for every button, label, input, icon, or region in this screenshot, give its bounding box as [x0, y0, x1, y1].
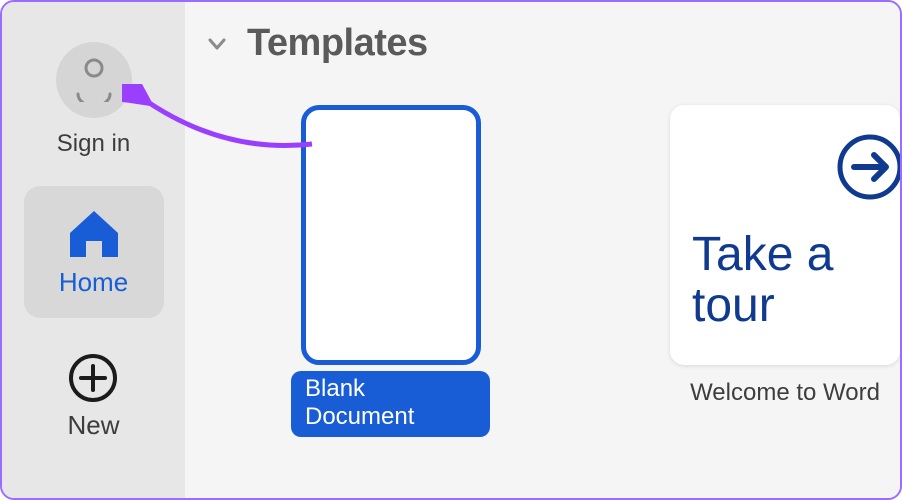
- chevron-down-icon: [205, 32, 229, 56]
- section-title: Templates: [247, 22, 428, 65]
- template-thumbnail: [301, 105, 481, 365]
- sidebar: Sign in Home New: [2, 2, 185, 498]
- nav-new[interactable]: New: [67, 352, 119, 441]
- template-caption: Welcome to Word: [690, 371, 880, 407]
- template-caption: Blank Document: [291, 371, 490, 437]
- arrow-right-circle-icon: [834, 131, 900, 203]
- template-welcome-to-word[interactable]: Take a tour Welcome to Word: [670, 105, 900, 407]
- template-blank-document[interactable]: Blank Document: [291, 105, 490, 437]
- nav-home[interactable]: Home: [24, 186, 164, 318]
- template-thumbnail: Take a tour: [670, 105, 900, 365]
- templates-row: Blank Document Take a tour Welcome to Wo…: [205, 105, 900, 437]
- home-icon: [66, 207, 122, 259]
- tour-text: Take a tour: [692, 230, 878, 331]
- main-panel: Templates Blank Document: [185, 2, 900, 498]
- nav-home-label: Home: [59, 267, 128, 298]
- person-icon: [74, 58, 114, 102]
- plus-circle-icon: [67, 352, 119, 404]
- templates-section-header[interactable]: Templates: [205, 22, 900, 65]
- sign-in-group[interactable]: Sign in: [56, 42, 132, 158]
- sign-in-label: Sign in: [57, 130, 130, 158]
- account-avatar-button[interactable]: [56, 42, 132, 118]
- nav-new-label: New: [67, 410, 119, 441]
